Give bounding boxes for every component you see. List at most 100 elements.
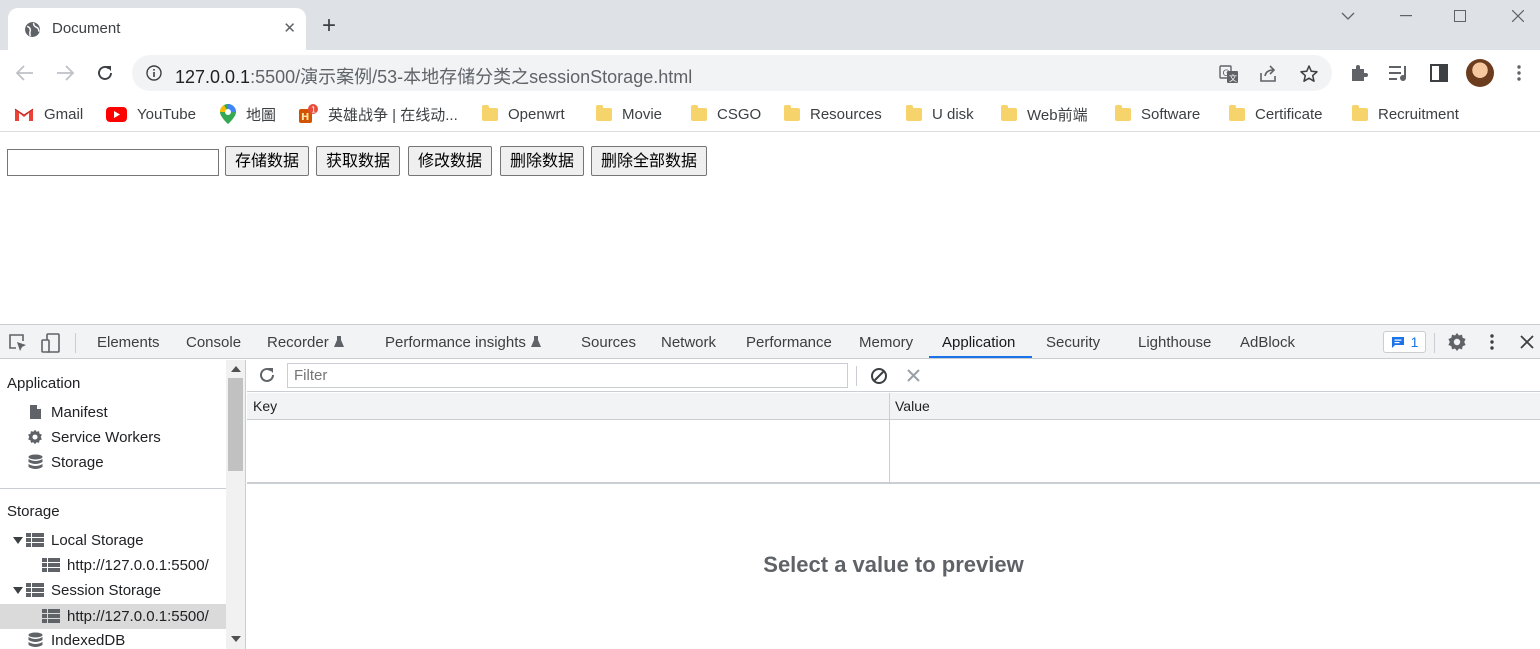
- file-icon: [26, 404, 44, 420]
- modify-data-button[interactable]: 修改数据: [408, 146, 493, 176]
- column-divider[interactable]: [889, 393, 890, 482]
- profile-avatar[interactable]: [1466, 59, 1494, 87]
- issues-badge[interactable]: 1: [1383, 331, 1426, 353]
- tab-security[interactable]: Security: [1046, 334, 1100, 351]
- bookmark-folder[interactable]: Openwrt: [482, 104, 565, 124]
- scroll-up-icon[interactable]: [231, 366, 241, 372]
- tab-adblock[interactable]: AdBlock: [1240, 334, 1295, 351]
- tab-performance[interactable]: Performance: [746, 334, 832, 351]
- tab-network[interactable]: Network: [661, 334, 716, 351]
- refresh-icon[interactable]: [258, 366, 276, 384]
- tab-title: Document: [52, 20, 121, 37]
- url-path: :5500/演示案例/53-本地存储分类之sessionStorage.html: [250, 67, 693, 87]
- share-icon[interactable]: [1259, 64, 1279, 84]
- tab-performance-insights[interactable]: Performance insights: [385, 334, 542, 351]
- close-tab-icon[interactable]: ✕: [283, 19, 296, 37]
- side-panel-icon[interactable]: [1428, 62, 1450, 84]
- sidebar-item-storage[interactable]: Storage: [26, 450, 104, 474]
- bookmark-folder[interactable]: Recruitment: [1352, 104, 1459, 124]
- tab-memory[interactable]: Memory: [859, 334, 913, 351]
- expand-triangle-icon[interactable]: [13, 587, 23, 594]
- scroll-down-icon[interactable]: [231, 636, 241, 642]
- bookmark-folder[interactable]: U disk: [906, 104, 974, 124]
- bookmark-star-icon[interactable]: [1299, 64, 1319, 84]
- youtube-icon: [106, 106, 127, 122]
- bookmark-game[interactable]: H1 英雄战争 | 在线动...: [298, 104, 458, 124]
- bookmark-gmail[interactable]: Gmail: [14, 104, 83, 124]
- window-close-icon[interactable]: [1495, 4, 1540, 28]
- storage-table-header: Key Value: [247, 393, 1540, 420]
- close-devtools-icon[interactable]: [1520, 335, 1534, 349]
- sidebar-item-label: Manifest: [51, 403, 108, 421]
- bookmark-folder[interactable]: Web前端: [1001, 104, 1088, 124]
- data-input[interactable]: [7, 149, 219, 176]
- database-icon: [26, 632, 44, 648]
- bookmark-folder[interactable]: Resources: [784, 104, 882, 124]
- expand-triangle-icon[interactable]: [13, 537, 23, 544]
- bookmark-folder[interactable]: CSGO: [691, 104, 761, 124]
- issues-count: 1: [1410, 334, 1419, 350]
- clear-all-icon[interactable]: [870, 367, 888, 385]
- tab-console[interactable]: Console: [186, 334, 241, 351]
- maximize-icon[interactable]: [1437, 4, 1483, 28]
- storage-section-header: Storage: [7, 503, 60, 520]
- bookmark-folder[interactable]: Certificate: [1229, 104, 1323, 124]
- bookmark-folder[interactable]: Movie: [596, 104, 662, 124]
- delete-selected-icon[interactable]: [907, 369, 920, 382]
- game-icon: H1: [298, 104, 318, 124]
- bookmark-youtube[interactable]: YouTube: [106, 104, 196, 124]
- settings-gear-icon[interactable]: [1447, 332, 1467, 352]
- filter-input[interactable]: [287, 363, 848, 388]
- column-key[interactable]: Key: [253, 398, 277, 414]
- reading-list-icon[interactable]: [1388, 62, 1410, 84]
- get-data-button[interactable]: 获取数据: [316, 146, 401, 176]
- delete-data-button[interactable]: 删除数据: [500, 146, 585, 176]
- store-data-button[interactable]: 存储数据: [225, 146, 310, 176]
- url-host: 127.0.0.1: [175, 67, 251, 87]
- folder-icon: [1115, 104, 1131, 121]
- sidebar-item-manifest[interactable]: Manifest: [26, 400, 108, 424]
- storage-toolbar: [247, 360, 1540, 392]
- devtools-panel: Elements Console Recorder Performance in…: [0, 324, 1540, 649]
- tab-lighthouse[interactable]: Lighthouse: [1138, 334, 1211, 351]
- sidebar-item-session-origin[interactable]: http://127.0.0.1:5500/: [42, 604, 209, 628]
- address-bar[interactable]: 127.0.0.1:5500/演示案例/53-本地存储分类之sessionSto…: [132, 55, 1332, 91]
- minimize-icon[interactable]: [1383, 4, 1429, 28]
- menu-kebab-icon[interactable]: [1508, 62, 1530, 84]
- tab-sources[interactable]: Sources: [581, 334, 636, 351]
- sidebar-item-session-storage[interactable]: Session Storage: [26, 578, 161, 602]
- site-info-icon[interactable]: [146, 65, 162, 81]
- tab-application[interactable]: Application: [942, 334, 1015, 351]
- devtools-menu-icon[interactable]: [1490, 334, 1494, 350]
- table-grid-icon: [26, 533, 44, 547]
- back-icon[interactable]: [13, 61, 37, 85]
- delete-all-data-button[interactable]: 删除全部数据: [591, 146, 708, 176]
- url-text: 127.0.0.1:5500/演示案例/53-本地存储分类之sessionSto…: [175, 63, 692, 89]
- device-toolbar-icon[interactable]: [41, 333, 61, 353]
- tab-label: Performance insights: [385, 334, 526, 351]
- sidebar-item-local-storage[interactable]: Local Storage: [26, 528, 144, 552]
- chevron-down-icon[interactable]: [1325, 4, 1371, 28]
- sidebar-item-local-origin[interactable]: http://127.0.0.1:5500/: [42, 553, 209, 577]
- sidebar-item-indexeddb[interactable]: IndexedDB: [26, 628, 125, 649]
- extensions-icon[interactable]: [1348, 62, 1370, 84]
- table-grid-icon: [26, 583, 44, 597]
- tab-elements[interactable]: Elements: [97, 334, 160, 351]
- sidebar-item-service-workers[interactable]: Service Workers: [26, 425, 161, 449]
- column-value[interactable]: Value: [895, 398, 930, 414]
- browser-tab[interactable]: Document ✕: [8, 8, 306, 50]
- reload-icon[interactable]: [93, 61, 117, 85]
- forward-icon[interactable]: [53, 61, 77, 85]
- devtools-tabbar: Elements Console Recorder Performance in…: [0, 325, 1540, 359]
- application-sidebar: Application Manifest Service Workers Sto…: [0, 360, 246, 649]
- bookmark-folder[interactable]: Software: [1115, 104, 1200, 124]
- new-tab-icon[interactable]: +: [322, 14, 336, 38]
- bookmark-maps[interactable]: 地圖: [220, 104, 276, 124]
- scrollbar-thumb[interactable]: [228, 378, 243, 471]
- tab-recorder[interactable]: Recorder: [267, 334, 345, 351]
- bookmark-label: Gmail: [44, 105, 84, 123]
- flask-icon: [530, 335, 542, 348]
- sidebar-scrollbar[interactable]: [226, 360, 245, 649]
- inspect-element-icon[interactable]: [8, 333, 28, 353]
- translate-icon[interactable]: G文: [1219, 64, 1239, 84]
